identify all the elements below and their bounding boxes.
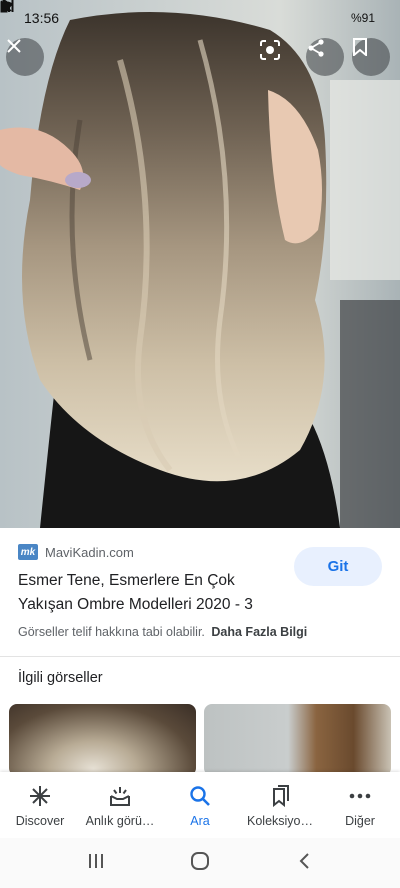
divider	[0, 656, 400, 657]
save-button[interactable]	[352, 38, 390, 76]
status-bar: 13:56 %91	[0, 0, 400, 36]
nav-label: Ara	[190, 814, 210, 828]
asterisk-icon	[29, 784, 51, 808]
hero-image[interactable]: 13:56 %91	[0, 0, 400, 528]
recents-button[interactable]	[76, 843, 116, 883]
back-icon	[297, 852, 311, 875]
visit-button[interactable]: Git	[294, 547, 382, 586]
related-heading: İlgili görseller	[18, 670, 103, 686]
share-button[interactable]	[306, 38, 344, 76]
copyright-notice: Görseller telif hakkına tabi olabilir. D…	[18, 625, 307, 639]
nav-label: Discover	[15, 814, 65, 828]
result-title[interactable]: Esmer Tene, Esmerlere En Çok Yakışan Omb…	[18, 569, 288, 617]
status-time: 13:56	[24, 10, 60, 26]
nav-discover[interactable]: Discover	[0, 772, 80, 838]
related-thumbnail[interactable]	[9, 704, 196, 776]
status-indicators: %91	[0, 0, 380, 25]
more-icon	[349, 784, 371, 808]
source-row[interactable]: mk MaviKadin.com	[18, 544, 134, 560]
system-nav-bar	[0, 838, 400, 888]
battery-text: %91	[350, 11, 375, 25]
source-logo: mk	[18, 544, 38, 560]
hair-photo	[0, 0, 400, 528]
nav-collections[interactable]: Koleksiyo…	[240, 772, 320, 838]
nav-updates[interactable]: Anlık görü…	[80, 772, 160, 838]
source-name: MaviKadin.com	[45, 544, 134, 560]
result-info: mk MaviKadin.com Esmer Tene, Esmerlere E…	[0, 528, 400, 656]
nav-more[interactable]: Diğer	[320, 772, 400, 838]
home-button[interactable]	[180, 843, 220, 883]
more-info-link[interactable]: Daha Fazla Bilgi	[211, 625, 307, 639]
collections-icon	[269, 784, 291, 808]
nav-label: Koleksiyo…	[247, 814, 313, 828]
recents-icon	[87, 852, 105, 875]
related-thumbnail[interactable]	[204, 704, 391, 776]
updates-icon	[108, 784, 132, 808]
nav-label: Anlık görü…	[85, 814, 155, 828]
back-button[interactable]	[284, 843, 324, 883]
nav-search[interactable]: Ara	[160, 772, 240, 838]
close-button[interactable]	[6, 38, 44, 76]
copyright-text: Görseller telif hakkına tabi olabilir.	[18, 625, 205, 639]
search-icon	[189, 784, 211, 808]
nav-label: Diğer	[345, 814, 375, 828]
home-icon	[190, 851, 210, 876]
bottom-nav: Discover Anlık görü… Ara Koleksiyo… Diğe…	[0, 772, 400, 838]
lens-button[interactable]	[258, 38, 296, 76]
